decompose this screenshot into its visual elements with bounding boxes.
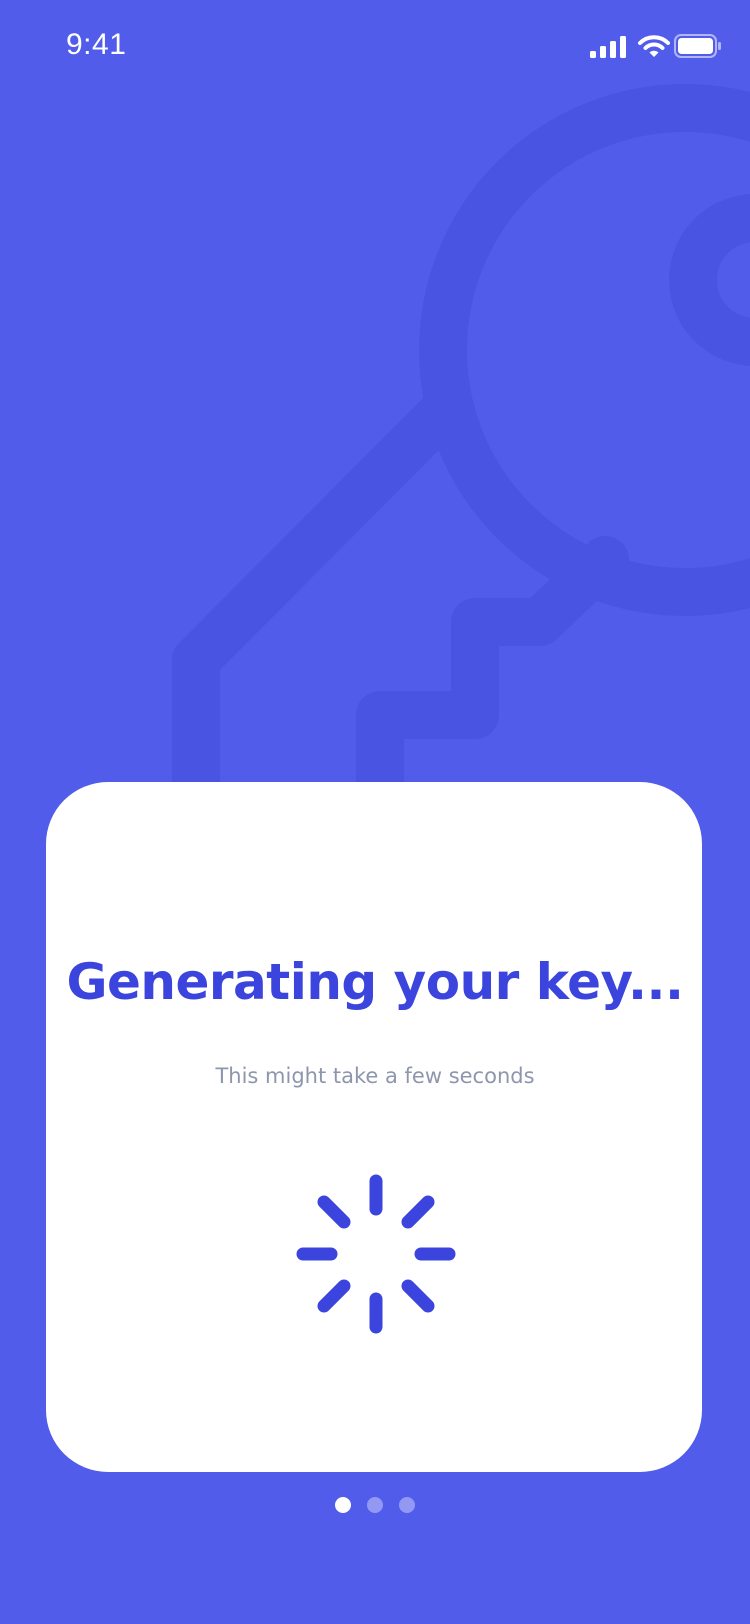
pager-dot[interactable]	[399, 1497, 415, 1513]
cellular-signal-icon	[590, 36, 626, 58]
key-bow	[419, 84, 750, 616]
loading-subtitle: This might take a few seconds	[215, 1064, 535, 1088]
spinner-spokes	[296, 1174, 456, 1334]
loading-spinner-icon	[296, 1174, 456, 1334]
key-watermark-shape	[172, 84, 750, 824]
status-bar: 9:41	[0, 0, 750, 96]
spinner-spoke-top-left	[317, 1195, 351, 1229]
loading-card	[46, 782, 702, 1472]
key-shaft-outline	[172, 386, 469, 824]
key-bit-outline	[356, 536, 629, 824]
page-indicator	[0, 1497, 750, 1515]
status-time: 9:41	[66, 28, 127, 61]
loading-title: Generating your key...	[66, 953, 684, 1011]
spinner-spoke-top-right	[401, 1195, 435, 1229]
loading-screen: 9:41 Generating your key... This might t…	[0, 0, 750, 1624]
spinner-spoke-bottom-right	[401, 1279, 435, 1313]
wifi-icon	[638, 35, 670, 57]
battery-icon	[674, 34, 721, 58]
pager-dot-active[interactable]	[335, 1497, 351, 1513]
key-hole	[669, 194, 750, 366]
spinner-spoke-bottom-left	[317, 1279, 351, 1313]
pager-dot[interactable]	[367, 1497, 383, 1513]
